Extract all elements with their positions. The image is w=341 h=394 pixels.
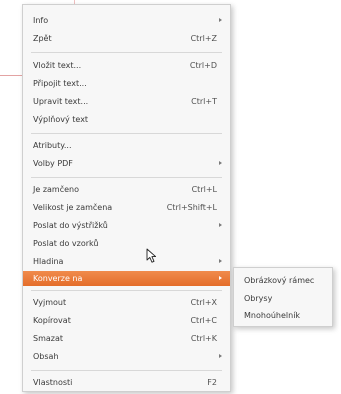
menu-item-shortcut: Ctrl+L <box>191 185 217 194</box>
menu-item-label: Vlastnosti <box>33 378 73 387</box>
menu-item-label: Volby PDF <box>33 159 73 168</box>
menu-item-undo[interactable]: Zpět Ctrl+Z <box>23 31 230 46</box>
context-menu: Info Zpět Ctrl+Z Vložit text... Ctrl+D P… <box>22 4 231 392</box>
submenu-item-polygon[interactable]: Mnohoúhelník <box>234 308 332 323</box>
menu-item-is-locked[interactable]: Je zamčeno Ctrl+L <box>23 182 230 197</box>
menu-item-shortcut: Ctrl+Z <box>190 34 217 43</box>
menu-item-label: Konverze na <box>33 274 83 283</box>
menu-item-append-text[interactable]: Připojit text... <box>23 76 230 91</box>
menu-item-label: Výplňový text <box>33 115 89 124</box>
menu-item-shortcut: Ctrl+K <box>190 334 217 343</box>
submenu-item-label: Mnohoúhelník <box>244 311 301 320</box>
menu-item-level[interactable]: Hladina <box>23 254 230 269</box>
menu-item-label: Připojit text... <box>33 79 87 88</box>
menu-item-shortcut: F2 <box>207 378 217 387</box>
menu-item-attributes[interactable]: Atributy... <box>23 138 230 153</box>
menu-item-label: Vložit text... <box>33 61 82 70</box>
menu-item-delete[interactable]: Smazat Ctrl+K <box>23 331 230 346</box>
menu-item-shortcut: Ctrl+C <box>190 316 217 325</box>
menu-item-label: Kopírovat <box>33 316 71 325</box>
menu-item-shortcut: Ctrl+Shift+L <box>166 203 217 212</box>
menu-item-label: Info <box>33 16 49 25</box>
menu-item-edit-text[interactable]: Upravit text... Ctrl+T <box>23 94 230 109</box>
menu-item-insert-text[interactable]: Vložit text... Ctrl+D <box>23 58 230 73</box>
menu-item-label: Upravit text... <box>33 97 89 106</box>
submenu-item-image-frame[interactable]: Obrázkový rámec <box>234 273 332 288</box>
submenu-arrow-icon <box>219 223 222 227</box>
submenu-arrow-icon <box>219 259 222 263</box>
menu-item-label: Zpět <box>33 34 52 43</box>
menu-item-shortcut: Ctrl+X <box>190 298 217 307</box>
menu-item-label: Obsah <box>33 352 59 361</box>
menu-separator <box>31 177 222 178</box>
menu-item-cut[interactable]: Vyjmout Ctrl+X <box>23 295 230 310</box>
submenu-item-label: Obrázkový rámec <box>244 276 315 285</box>
menu-item-send-to-patterns[interactable]: Poslat do vzorků <box>23 236 230 251</box>
menu-item-size-locked[interactable]: Velikost je zamčena Ctrl+Shift+L <box>23 200 230 215</box>
submenu-item-label: Obrysy <box>244 294 273 303</box>
pointer-arrow-icon <box>146 248 157 263</box>
menu-item-pdf-options[interactable]: Volby PDF <box>23 156 230 171</box>
submenu-item-outlines[interactable]: Obrysy <box>234 291 332 306</box>
submenu-arrow-icon <box>219 161 222 165</box>
background-guide-line <box>0 75 24 76</box>
menu-item-label: Smazat <box>33 334 64 343</box>
submenu-arrow-icon <box>219 18 222 22</box>
menu-item-label: Vyjmout <box>33 298 67 307</box>
submenu-arrow-icon <box>219 354 222 358</box>
menu-item-label: Velikost je zamčena <box>33 203 113 212</box>
menu-separator <box>31 290 222 291</box>
menu-item-label: Atributy... <box>33 141 72 150</box>
menu-separator <box>31 133 222 134</box>
menu-item-contents[interactable]: Obsah <box>23 349 230 364</box>
menu-item-send-to-scrapbook[interactable]: Poslat do výstřižků <box>23 218 230 233</box>
menu-item-label: Hladina <box>33 257 64 266</box>
convert-to-submenu: Obrázkový rámec Obrysy Mnohoúhelník <box>233 267 333 327</box>
menu-item-shortcut: Ctrl+T <box>191 97 217 106</box>
menu-item-copy[interactable]: Kopírovat Ctrl+C <box>23 313 230 328</box>
submenu-arrow-icon <box>219 276 222 280</box>
menu-item-info[interactable]: Info <box>23 13 230 28</box>
menu-item-shortcut: Ctrl+D <box>189 61 217 70</box>
menu-item-properties[interactable]: Vlastnosti F2 <box>23 375 230 390</box>
menu-item-label: Je zamčeno <box>33 185 80 194</box>
menu-item-label: Poslat do vzorků <box>33 239 99 248</box>
menu-item-convert-to[interactable]: Konverze na <box>23 271 230 286</box>
menu-separator <box>31 370 222 371</box>
menu-item-sample-text[interactable]: Výplňový text <box>23 112 230 127</box>
menu-separator <box>31 52 222 53</box>
menu-item-label: Poslat do výstřižků <box>33 221 108 230</box>
